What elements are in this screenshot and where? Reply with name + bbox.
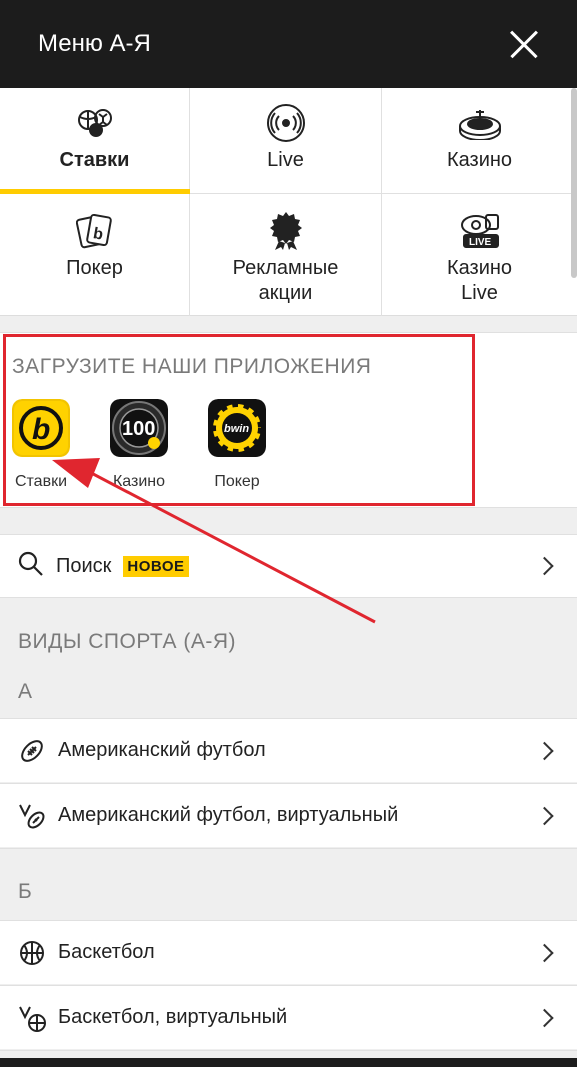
tab-label: Покер xyxy=(66,257,123,279)
list-item-label: Баскетбол, виртуальный xyxy=(58,1006,288,1028)
divider xyxy=(0,848,577,849)
app-sports[interactable]: b Ставки xyxy=(6,399,76,491)
tab-label: Ставки xyxy=(59,149,130,171)
tab-poker[interactable]: b Покер xyxy=(0,194,190,316)
search-icon xyxy=(18,551,44,582)
tab-label: Казино Live xyxy=(446,257,513,304)
chevron-right-icon xyxy=(535,556,554,576)
casino-app-icon: 100 xyxy=(110,399,168,457)
svg-text:LIVE: LIVE xyxy=(469,237,492,248)
list-item-virtual-basketball[interactable]: Баскетбол, виртуальный xyxy=(0,985,577,1049)
app-name: Покер xyxy=(214,473,260,490)
app-name: Ставки xyxy=(14,473,68,490)
list-item-virtual-american-football[interactable]: Американский футбол, виртуальный xyxy=(0,783,577,847)
apps-heading: ЗАГРУЗИТЕ НАШИ ПРИЛОЖЕНИЯ xyxy=(12,355,372,378)
list-item-american-football[interactable]: Американский футбол xyxy=(0,718,577,782)
chevron-right-icon xyxy=(535,1008,554,1027)
list-item-basketball[interactable]: Баскетбол xyxy=(0,920,577,984)
app-poker[interactable]: bwin Покер xyxy=(202,399,272,491)
scrollbar[interactable] xyxy=(571,88,577,278)
svg-text:b: b xyxy=(32,413,50,446)
close-icon[interactable] xyxy=(509,29,539,59)
chevron-right-icon xyxy=(535,806,554,825)
sports-app-icon: b xyxy=(12,399,70,457)
virtual-american-football-icon xyxy=(18,802,46,830)
menu-title: Меню А-Я xyxy=(38,30,151,57)
tab-promotions[interactable]: Рекламные акции xyxy=(190,194,382,316)
chevron-right-icon xyxy=(535,943,554,962)
svg-text:bwin: bwin xyxy=(224,423,249,435)
poker-cards-icon: b xyxy=(70,212,120,250)
list-item-label: Баскетбол xyxy=(58,941,155,963)
virtual-basketball-icon xyxy=(18,1004,46,1032)
apps-section: ЗАГРУЗИТЕ НАШИ ПРИЛОЖЕНИЯ b Ставки 100 К… xyxy=(0,332,577,508)
basketball-icon xyxy=(18,939,46,967)
live-broadcast-icon xyxy=(261,104,311,142)
product-grid: Ставки Live Казино b Покер Рекламные акц… xyxy=(0,88,577,316)
menu-header: Меню А-Я xyxy=(0,0,577,88)
search-label: Поиск xyxy=(56,554,112,577)
sports-title: ВИДЫ СПОРТА (А-Я) xyxy=(18,630,237,653)
tab-label: Казино xyxy=(446,149,513,171)
tab-live-casino[interactable]: LIVE Казино Live xyxy=(382,194,577,316)
svg-text:100: 100 xyxy=(122,418,155,440)
divider xyxy=(0,1050,577,1051)
list-item-label: Американский футбол, виртуальный xyxy=(58,804,399,826)
tab-label: Рекламные акции xyxy=(232,257,339,304)
tab-label: Live xyxy=(267,149,304,171)
tab-sports[interactable]: Ставки xyxy=(0,88,190,194)
chevron-right-icon xyxy=(535,741,554,760)
live-casino-icon: LIVE xyxy=(455,212,505,250)
promo-badge-icon xyxy=(261,212,311,250)
tab-live[interactable]: Live xyxy=(190,88,382,194)
letter-heading: Б xyxy=(18,880,32,903)
app-name: Казино xyxy=(112,473,166,490)
new-badge: НОВОЕ xyxy=(123,555,189,577)
american-football-icon xyxy=(18,737,46,765)
app-casino[interactable]: 100 Казино xyxy=(104,399,174,491)
letter-heading: А xyxy=(18,680,33,703)
list-item-label: Американский футбол xyxy=(58,739,266,761)
search-row[interactable]: Поиск НОВОЕ xyxy=(0,534,577,598)
sports-balls-icon xyxy=(70,104,120,142)
bottom-bar xyxy=(0,1058,577,1067)
roulette-icon xyxy=(455,104,505,142)
poker-app-icon: bwin xyxy=(208,399,266,457)
tab-casino[interactable]: Казино xyxy=(382,88,577,194)
